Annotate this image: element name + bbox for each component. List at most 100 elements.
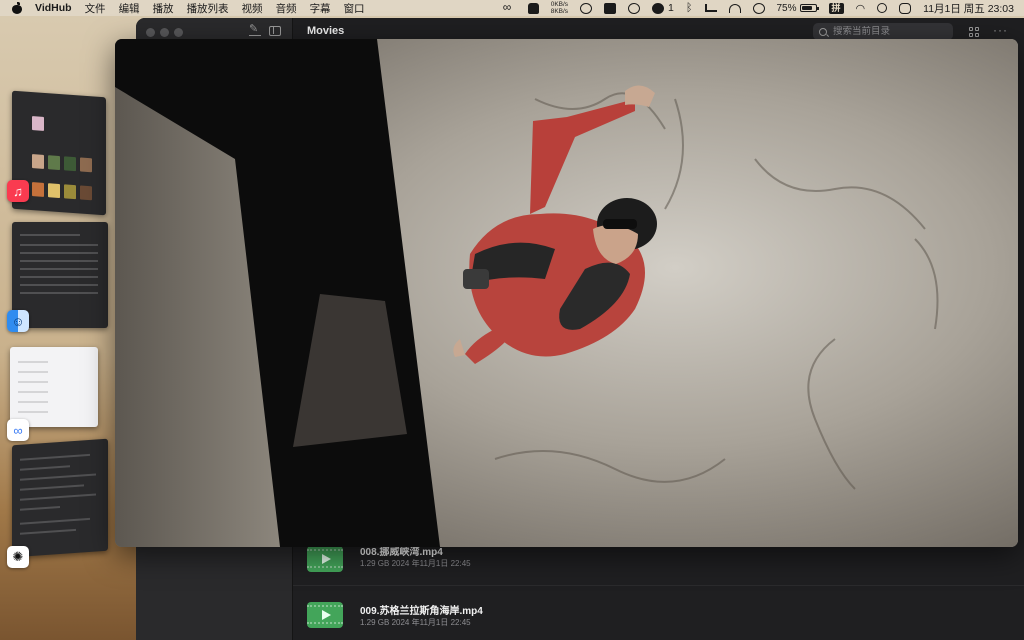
chat-line — [20, 528, 76, 535]
chatgpt-icon: ✺ — [7, 546, 29, 568]
grid-cell — [975, 27, 979, 31]
edit-icon[interactable] — [249, 22, 261, 36]
more-options-icon[interactable]: ··· — [993, 23, 1008, 37]
menu-bar-right: 0KB/s 8KB/s 1 ᛒ 75% 拼 ◠ 11月1日 周五 23:03 — [492, 0, 1014, 16]
play-icon — [321, 554, 331, 564]
album-thumb — [80, 185, 92, 201]
album-thumb — [32, 182, 44, 197]
menu-playlist[interactable]: 播放列表 — [187, 1, 229, 16]
close-window-button[interactable] — [146, 28, 155, 37]
album-thumb — [48, 183, 60, 199]
album-thumb — [48, 155, 60, 171]
grid-cell — [975, 33, 979, 37]
wechat-count: 1 — [668, 2, 674, 14]
wifi-icon[interactable]: ◠ — [856, 2, 866, 15]
album-thumb — [32, 116, 44, 131]
play-icon — [321, 610, 331, 620]
chat-bubble-icon[interactable] — [628, 2, 641, 14]
chat-line — [20, 493, 96, 501]
network-download-speed: 8KB/s — [550, 8, 569, 15]
menu-video[interactable]: 视频 — [242, 1, 263, 16]
menu-edit[interactable]: 编辑 — [119, 1, 140, 16]
bed-icon[interactable] — [704, 4, 717, 12]
chat-line — [20, 453, 90, 461]
window-controls — [146, 28, 188, 37]
music-icon: ♫ — [7, 180, 29, 202]
search-input[interactable] — [833, 26, 943, 37]
wechat-icon — [652, 2, 665, 14]
wechat-status[interactable]: 1 — [652, 2, 674, 14]
openai-tray-icon[interactable] — [580, 2, 593, 14]
menu-app-name[interactable]: VidHub — [35, 2, 72, 14]
netdisk-line — [18, 411, 48, 413]
menu-bar: VidHub 文件 编辑 播放 播放列表 视频 音频 字幕 窗口 0KB/s 8… — [0, 0, 1024, 16]
finder-line — [20, 268, 98, 270]
finder-line — [20, 234, 80, 236]
sidebar-toggle-icon[interactable] — [269, 26, 281, 36]
video-player-window[interactable] — [115, 39, 1018, 547]
zoom-window-button[interactable] — [174, 28, 183, 37]
menu-clock[interactable]: 11月1日 周五 23:03 — [923, 1, 1014, 16]
video-frame[interactable] — [115, 39, 1018, 547]
menu-playback[interactable]: 播放 — [153, 1, 174, 16]
album-thumb — [80, 157, 92, 173]
stage-group-music[interactable]: ♫ — [0, 88, 110, 216]
album-thumb — [64, 184, 76, 200]
file-row[interactable]: 009.苏格兰拉斯角海岸.mp4 1.29 GB 2024 年11月1日 22:… — [293, 586, 1024, 640]
minimize-window-button[interactable] — [160, 28, 169, 37]
finder-icon: ☺ — [7, 310, 29, 332]
menu-subtitle[interactable]: 字幕 — [310, 1, 331, 16]
netdisk-line — [18, 391, 48, 393]
battery-percent[interactable]: 75% — [777, 3, 797, 14]
file-name: 009.苏格兰拉斯角海岸.mp4 — [360, 606, 483, 617]
finder-line — [20, 284, 98, 286]
network-speed[interactable]: 0KB/s 8KB/s — [551, 1, 568, 15]
netdisk-line — [18, 401, 48, 403]
file-meta: 1.29 GB 2024 年11月1日 22:45 — [360, 559, 471, 568]
finder-line — [20, 244, 98, 246]
album-thumb — [32, 154, 44, 169]
spotlight-search-icon[interactable] — [877, 3, 888, 13]
control-center-icon[interactable] — [899, 2, 912, 14]
grid-cell — [969, 27, 973, 31]
window-tray-icon[interactable] — [604, 2, 617, 14]
video-file-icon — [307, 546, 343, 572]
album-thumb — [64, 156, 76, 172]
link-icon[interactable] — [503, 0, 516, 14]
input-method-badge[interactable]: 拼 — [828, 2, 844, 14]
netdisk-line — [18, 371, 48, 373]
page-title: Movies — [307, 25, 345, 37]
finder-line — [20, 276, 98, 278]
file-meta: 1.29 GB 2024 年11月1日 22:45 — [360, 618, 471, 627]
menu-file[interactable]: 文件 — [85, 1, 106, 16]
stage-group-finder[interactable]: ☺ — [0, 218, 110, 333]
search-box[interactable] — [813, 23, 953, 40]
chat-line — [20, 465, 70, 471]
battery-icon[interactable] — [799, 4, 819, 12]
apple-icon[interactable] — [12, 2, 22, 14]
finder-line — [20, 252, 98, 254]
grid-cell — [969, 33, 973, 37]
chat-line — [20, 517, 90, 525]
netdisk-line — [18, 381, 48, 383]
headphones-icon[interactable] — [728, 3, 741, 13]
menu-window[interactable]: 窗口 — [344, 1, 365, 16]
now-playing-icon[interactable] — [752, 2, 765, 14]
bluetooth-icon[interactable]: ᛒ — [686, 2, 693, 14]
netdisk-line — [18, 361, 48, 363]
stage-group-netdisk[interactable]: ∞ — [0, 343, 110, 443]
chat-line — [20, 484, 84, 491]
grid-view-icon[interactable] — [969, 27, 979, 37]
network-upload-speed: 0KB/s — [550, 1, 569, 8]
menu-audio[interactable]: 音频 — [276, 1, 297, 16]
stage-group-chatgpt[interactable]: ✺ — [0, 438, 110, 573]
stage-window-chatgpt — [12, 438, 108, 558]
search-icon — [819, 27, 827, 36]
cat-icon[interactable] — [527, 2, 539, 14]
stage-window-netdisk — [10, 347, 98, 427]
finder-line — [20, 292, 98, 294]
video-file-icon — [307, 602, 343, 628]
chat-line — [20, 506, 60, 511]
finder-line — [20, 260, 98, 262]
menu-bar-left: VidHub 文件 编辑 播放 播放列表 视频 音频 字幕 窗口 — [12, 0, 378, 16]
